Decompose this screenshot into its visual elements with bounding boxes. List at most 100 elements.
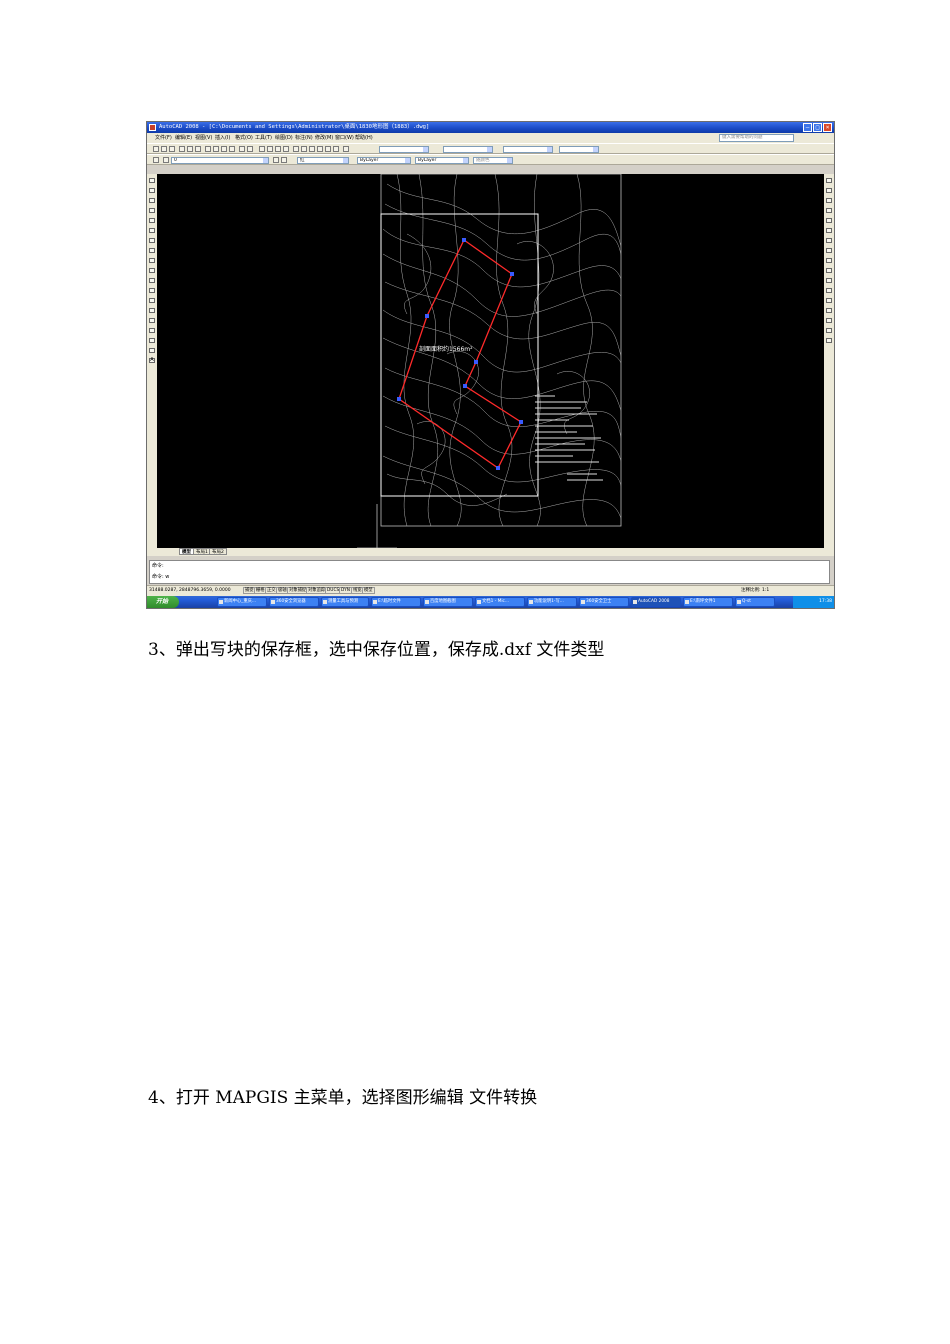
move-icon[interactable] bbox=[826, 228, 832, 233]
mirror-icon[interactable] bbox=[826, 198, 832, 203]
zoom-realtime-icon[interactable] bbox=[267, 146, 273, 152]
gradient-icon[interactable] bbox=[149, 328, 155, 333]
offset-icon[interactable] bbox=[826, 208, 832, 213]
trim-icon[interactable] bbox=[826, 268, 832, 273]
taskbar-item[interactable]: Q-st bbox=[735, 597, 775, 607]
stretch-icon[interactable] bbox=[826, 258, 832, 263]
polyline-icon[interactable] bbox=[149, 198, 155, 203]
match-properties-icon[interactable] bbox=[229, 146, 235, 152]
tool-palettes-icon[interactable] bbox=[309, 146, 315, 152]
multiline-text-icon[interactable]: A bbox=[149, 358, 155, 363]
save-icon[interactable] bbox=[169, 146, 175, 152]
taskbar-item[interactable]: 文档1 - Mic... bbox=[475, 597, 525, 607]
layer-combo[interactable]: 0 bbox=[171, 157, 269, 164]
menu-dimension[interactable]: 标注(N) bbox=[295, 133, 313, 143]
layer-previous-icon[interactable] bbox=[281, 157, 287, 163]
model-button[interactable]: 模型 bbox=[362, 587, 375, 594]
taskbar-item[interactable]: 360安全卫士 bbox=[579, 597, 629, 607]
menu-tools[interactable]: 工具(T) bbox=[255, 133, 272, 143]
minimize-icon[interactable]: – bbox=[803, 123, 812, 132]
table-style-combo[interactable] bbox=[503, 146, 553, 153]
sheet-set-icon[interactable] bbox=[317, 146, 323, 152]
polygon-icon[interactable] bbox=[149, 208, 155, 213]
taskbar-item[interactable]: 360安全浏览器 bbox=[269, 597, 319, 607]
annotation-scale[interactable]: 注释比例: 1:1 bbox=[741, 587, 769, 595]
join-icon[interactable] bbox=[826, 308, 832, 313]
break-at-point-icon[interactable] bbox=[826, 288, 832, 293]
copy-object-icon[interactable] bbox=[826, 188, 832, 193]
design-center-icon[interactable] bbox=[301, 146, 307, 152]
osnap-button[interactable]: 对象捕捉 bbox=[287, 587, 309, 594]
menu-edit[interactable]: 编辑(E) bbox=[175, 133, 192, 143]
taskbar-item[interactable]: E:\临时文件 bbox=[371, 597, 421, 607]
command-input[interactable]: 命令: w bbox=[152, 574, 169, 580]
menu-file[interactable]: 文件(F) bbox=[155, 133, 172, 143]
ellipse-arc-icon[interactable] bbox=[149, 278, 155, 283]
dyn-button[interactable]: DYN bbox=[339, 587, 352, 594]
make-block-icon[interactable] bbox=[149, 298, 155, 303]
insert-block-icon[interactable] bbox=[149, 288, 155, 293]
zoom-window-icon[interactable] bbox=[275, 146, 281, 152]
maximize-icon[interactable]: □ bbox=[813, 123, 822, 132]
spline-icon[interactable] bbox=[149, 258, 155, 263]
tab-model[interactable]: 模型 bbox=[179, 548, 194, 555]
taskbar-item[interactable]: 功能说明1-写... bbox=[527, 597, 577, 607]
command-window[interactable]: 命令: 命令: w bbox=[149, 560, 830, 584]
redo-icon[interactable] bbox=[247, 146, 253, 152]
text-style-combo[interactable] bbox=[379, 146, 429, 153]
preview-icon[interactable] bbox=[187, 146, 193, 152]
print-icon[interactable] bbox=[179, 146, 185, 152]
help-search-input[interactable]: 键入需要帮助的问题 bbox=[719, 134, 794, 142]
menu-modify[interactable]: 修改(M) bbox=[315, 133, 333, 143]
tab-layout2[interactable]: 布局2 bbox=[209, 548, 227, 555]
multileader-style-combo[interactable] bbox=[559, 146, 599, 153]
pan-icon[interactable] bbox=[259, 146, 265, 152]
taskbar-item[interactable]: 新闻中心_重庆... bbox=[217, 597, 267, 607]
start-button[interactable]: 开始 bbox=[147, 596, 179, 608]
properties-icon[interactable] bbox=[293, 146, 299, 152]
menu-insert[interactable]: 插入(I) bbox=[215, 133, 230, 143]
linetype-combo[interactable]: ByLayer bbox=[357, 157, 411, 164]
publish-icon[interactable] bbox=[195, 146, 201, 152]
fillet-icon[interactable] bbox=[826, 328, 832, 333]
make-current-layer-icon[interactable] bbox=[273, 157, 279, 163]
copy-icon[interactable] bbox=[213, 146, 219, 152]
model-space-canvas[interactable]: 剖面面积约1566m² bbox=[157, 174, 824, 548]
line-icon[interactable] bbox=[149, 178, 155, 183]
color-combo[interactable]: 红 bbox=[297, 157, 349, 164]
rectangle-icon[interactable] bbox=[149, 218, 155, 223]
taskbar-item[interactable]: AutoCAD 2008 bbox=[631, 597, 681, 607]
erase-icon[interactable] bbox=[826, 178, 832, 183]
rotate-icon[interactable] bbox=[826, 238, 832, 243]
open-icon[interactable] bbox=[161, 146, 167, 152]
quickcalc-icon[interactable] bbox=[333, 146, 339, 152]
menu-help[interactable]: 帮助(H) bbox=[355, 133, 373, 143]
array-icon[interactable] bbox=[826, 218, 832, 223]
undo-icon[interactable] bbox=[239, 146, 245, 152]
plot-style-combo[interactable]: 随颜色 bbox=[473, 157, 513, 164]
chamfer-icon[interactable] bbox=[826, 318, 832, 323]
menu-draw[interactable]: 绘图(D) bbox=[275, 133, 293, 143]
paste-icon[interactable] bbox=[221, 146, 227, 152]
explode-icon[interactable] bbox=[826, 338, 832, 343]
close-icon[interactable]: × bbox=[823, 123, 832, 132]
point-icon[interactable] bbox=[149, 308, 155, 313]
revision-cloud-icon[interactable] bbox=[149, 248, 155, 253]
markup-icon[interactable] bbox=[325, 146, 331, 152]
circle-icon[interactable] bbox=[149, 238, 155, 243]
menu-window[interactable]: 窗口(W) bbox=[335, 133, 354, 143]
dim-style-combo[interactable] bbox=[443, 146, 493, 153]
region-icon[interactable] bbox=[149, 338, 155, 343]
extend-icon[interactable] bbox=[826, 278, 832, 283]
break-icon[interactable] bbox=[826, 298, 832, 303]
cut-icon[interactable] bbox=[205, 146, 211, 152]
taskbar-item[interactable]: E:\南坪文件1 bbox=[683, 597, 733, 607]
zoom-previous-icon[interactable] bbox=[283, 146, 289, 152]
menu-format[interactable]: 格式(O) bbox=[235, 133, 253, 143]
otrack-button[interactable]: 对象追踪 bbox=[306, 587, 328, 594]
arc-icon[interactable] bbox=[149, 228, 155, 233]
hatch-icon[interactable] bbox=[149, 318, 155, 323]
ellipse-icon[interactable] bbox=[149, 268, 155, 273]
lineweight-combo[interactable]: ByLayer bbox=[415, 157, 469, 164]
new-icon[interactable] bbox=[153, 146, 159, 152]
